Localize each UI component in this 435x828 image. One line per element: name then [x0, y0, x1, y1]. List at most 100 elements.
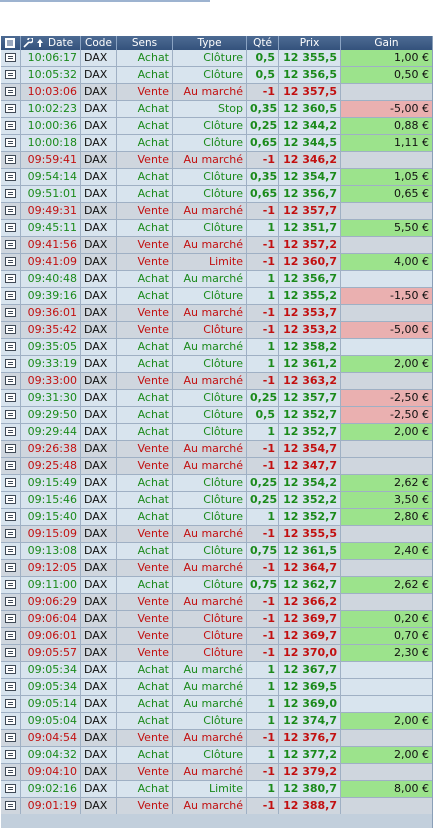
order-details-icon[interactable] [1, 679, 21, 695]
table-row[interactable]: 09:15:40 DAX Achat Clôture 1 12 352,7 2,80 € [1, 509, 432, 526]
table-row[interactable]: 09:06:01 DAX Vente Clôture -1 12 369,7 0,70 € [1, 628, 432, 645]
order-details-icon[interactable] [1, 390, 21, 406]
order-details-icon[interactable] [1, 645, 21, 661]
table-row[interactable]: 09:41:56 DAX Vente Au marché -1 12 357,2 [1, 237, 432, 254]
order-details-icon[interactable] [1, 441, 21, 457]
order-details-icon[interactable] [1, 492, 21, 508]
table-row[interactable]: 09:29:44 DAX Achat Clôture 1 12 352,7 2,00 € [1, 424, 432, 441]
table-row[interactable]: 09:05:14 DAX Achat Au marché 1 12 369,0 [1, 696, 432, 713]
order-details-icon[interactable] [1, 254, 21, 270]
table-row[interactable]: 09:04:54 DAX Vente Au marché -1 12 376,7 [1, 730, 432, 747]
table-row[interactable]: 09:31:30 DAX Achat Clôture 0,25 12 357,7 -2,50… [1, 390, 432, 407]
order-details-icon[interactable] [1, 288, 21, 304]
sort-up-icon[interactable] [35, 38, 45, 48]
order-details-icon[interactable] [1, 798, 21, 814]
table-row[interactable]: 09:25:48 DAX Vente Au marché -1 12 347,7 [1, 458, 432, 475]
order-details-icon[interactable] [1, 594, 21, 610]
table-row[interactable]: 09:15:46 DAX Achat Clôture 0,25 12 352,2 3,50 … [1, 492, 432, 509]
table-row[interactable]: 10:03:06 DAX Vente Au marché -1 12 357,5 [1, 84, 432, 101]
table-row[interactable]: 09:05:34 DAX Achat Au marché 1 12 369,5 [1, 679, 432, 696]
order-details-icon[interactable] [1, 220, 21, 236]
table-row[interactable]: 09:06:29 DAX Vente Au marché -1 12 366,2 [1, 594, 432, 611]
order-details-icon[interactable] [1, 373, 21, 389]
order-details-icon[interactable] [1, 135, 21, 151]
order-details-icon[interactable] [1, 118, 21, 134]
table-row[interactable]: 09:45:11 DAX Achat Clôture 1 12 351,7 5,50 € [1, 220, 432, 237]
order-details-icon[interactable] [1, 577, 21, 593]
table-row[interactable]: 09:13:08 DAX Achat Clôture 0,75 12 361,5 2,40 … [1, 543, 432, 560]
order-details-icon[interactable] [1, 662, 21, 678]
order-details-icon[interactable] [1, 84, 21, 100]
table-row[interactable]: 09:15:09 DAX Vente Au marché -1 12 355,5 [1, 526, 432, 543]
order-details-icon[interactable] [1, 50, 21, 66]
wrench-icon[interactable] [23, 38, 33, 48]
table-row[interactable]: 09:05:34 DAX Achat Au marché 1 12 367,7 [1, 662, 432, 679]
header-code[interactable]: Code [81, 36, 117, 50]
order-details-icon[interactable] [1, 458, 21, 474]
table-row[interactable]: 09:33:19 DAX Achat Clôture 1 12 361,2 2,00 € [1, 356, 432, 373]
table-row[interactable]: 09:36:01 DAX Vente Au marché -1 12 353,7 [1, 305, 432, 322]
order-details-icon[interactable] [1, 169, 21, 185]
order-details-icon[interactable] [1, 713, 21, 729]
order-details-icon[interactable] [1, 237, 21, 253]
table-row[interactable]: 09:33:00 DAX Vente Au marché -1 12 363,2 [1, 373, 432, 390]
table-row[interactable]: 10:05:32 DAX Achat Clôture 0,5 12 356,5 0,50 € [1, 67, 432, 84]
order-details-icon[interactable] [1, 152, 21, 168]
header-qte[interactable]: Qté [247, 36, 279, 50]
order-details-icon[interactable] [1, 781, 21, 797]
table-row[interactable]: 10:00:36 DAX Achat Clôture 0,25 12 344,2 0,88 … [1, 118, 432, 135]
table-row[interactable]: 09:12:05 DAX Vente Au marché -1 12 364,7 [1, 560, 432, 577]
order-details-icon[interactable] [1, 305, 21, 321]
order-details-icon[interactable] [1, 356, 21, 372]
table-row[interactable]: 09:01:19 DAX Vente Au marché -1 12 388,7 [1, 798, 432, 815]
order-details-icon[interactable] [1, 628, 21, 644]
table-row[interactable]: 09:41:09 DAX Vente Limite -1 12 360,7 4,00 € [1, 254, 432, 271]
table-row[interactable]: 09:05:57 DAX Vente Clôture -1 12 370,0 2,30 € [1, 645, 432, 662]
order-details-icon[interactable] [1, 747, 21, 763]
table-row[interactable]: 09:02:16 DAX Achat Limite 1 12 380,7 8,00 € [1, 781, 432, 798]
order-details-icon[interactable] [1, 560, 21, 576]
order-details-icon[interactable] [1, 543, 21, 559]
order-details-icon[interactable] [1, 696, 21, 712]
table-row[interactable]: 09:06:04 DAX Vente Clôture -1 12 369,7 0,20 € [1, 611, 432, 628]
header-type[interactable]: Type [173, 36, 247, 50]
order-details-icon[interactable] [1, 611, 21, 627]
table-row[interactable]: 09:05:04 DAX Achat Clôture 1 12 374,7 2,00 € [1, 713, 432, 730]
header-prix[interactable]: Prix [279, 36, 341, 50]
order-details-icon[interactable] [1, 475, 21, 491]
table-row[interactable]: 10:06:17 DAX Achat Clôture 0,5 12 355,5 1,00 € [1, 50, 432, 67]
table-row[interactable]: 09:04:32 DAX Achat Clôture 1 12 377,2 2,00 € [1, 747, 432, 764]
header-date[interactable]: Date [21, 36, 81, 50]
table-row[interactable]: 09:39:16 DAX Achat Clôture 1 12 355,2 -1,50 € [1, 288, 432, 305]
table-row[interactable]: 09:40:48 DAX Achat Au marché 1 12 356,7 [1, 271, 432, 288]
table-row[interactable]: 09:59:41 DAX Vente Au marché -1 12 346,2 [1, 152, 432, 169]
table-row[interactable]: 10:00:18 DAX Achat Clôture 0,65 12 344,5 1,11 … [1, 135, 432, 152]
order-details-icon[interactable] [1, 271, 21, 287]
order-details-icon[interactable] [1, 203, 21, 219]
table-row[interactable]: 09:51:01 DAX Achat Clôture 0,65 12 356,7 0,65 … [1, 186, 432, 203]
table-row[interactable]: 09:35:42 DAX Vente Clôture -1 12 353,2 -5,00 € [1, 322, 432, 339]
header-sens[interactable]: Sens [117, 36, 173, 50]
order-details-icon[interactable] [1, 186, 21, 202]
table-row[interactable]: 09:04:10 DAX Vente Au marché -1 12 379,2 [1, 764, 432, 781]
table-row[interactable]: 09:29:50 DAX Achat Clôture 0,5 12 352,7 -2,50 … [1, 407, 432, 424]
order-details-icon[interactable] [1, 424, 21, 440]
order-details-icon[interactable] [1, 101, 21, 117]
table-row[interactable]: 09:11:00 DAX Achat Clôture 0,75 12 362,7 2,62 … [1, 577, 432, 594]
table-row[interactable]: 09:54:14 DAX Achat Clôture 0,35 12 354,7 1,05 … [1, 169, 432, 186]
order-details-icon[interactable] [1, 730, 21, 746]
order-details-icon[interactable] [1, 526, 21, 542]
table-row[interactable]: 10:02:23 DAX Achat Stop 0,35 12 360,5 -5,00 € [1, 101, 432, 118]
header-gain[interactable]: Gain [341, 36, 432, 50]
order-details-icon[interactable] [1, 407, 21, 423]
table-row[interactable]: 09:15:49 DAX Achat Clôture 0,25 12 354,2 2,62 … [1, 475, 432, 492]
table-row[interactable]: 09:49:31 DAX Vente Au marché -1 12 357,7 [1, 203, 432, 220]
order-details-icon[interactable] [1, 339, 21, 355]
order-details-icon[interactable] [1, 67, 21, 83]
list-icon[interactable] [1, 36, 21, 50]
order-details-icon[interactable] [1, 509, 21, 525]
order-details-icon[interactable] [1, 322, 21, 338]
table-row[interactable]: 09:26:38 DAX Vente Au marché -1 12 354,7 [1, 441, 432, 458]
order-details-icon[interactable] [1, 764, 21, 780]
table-row[interactable]: 09:35:05 DAX Achat Au marché 1 12 358,2 [1, 339, 432, 356]
